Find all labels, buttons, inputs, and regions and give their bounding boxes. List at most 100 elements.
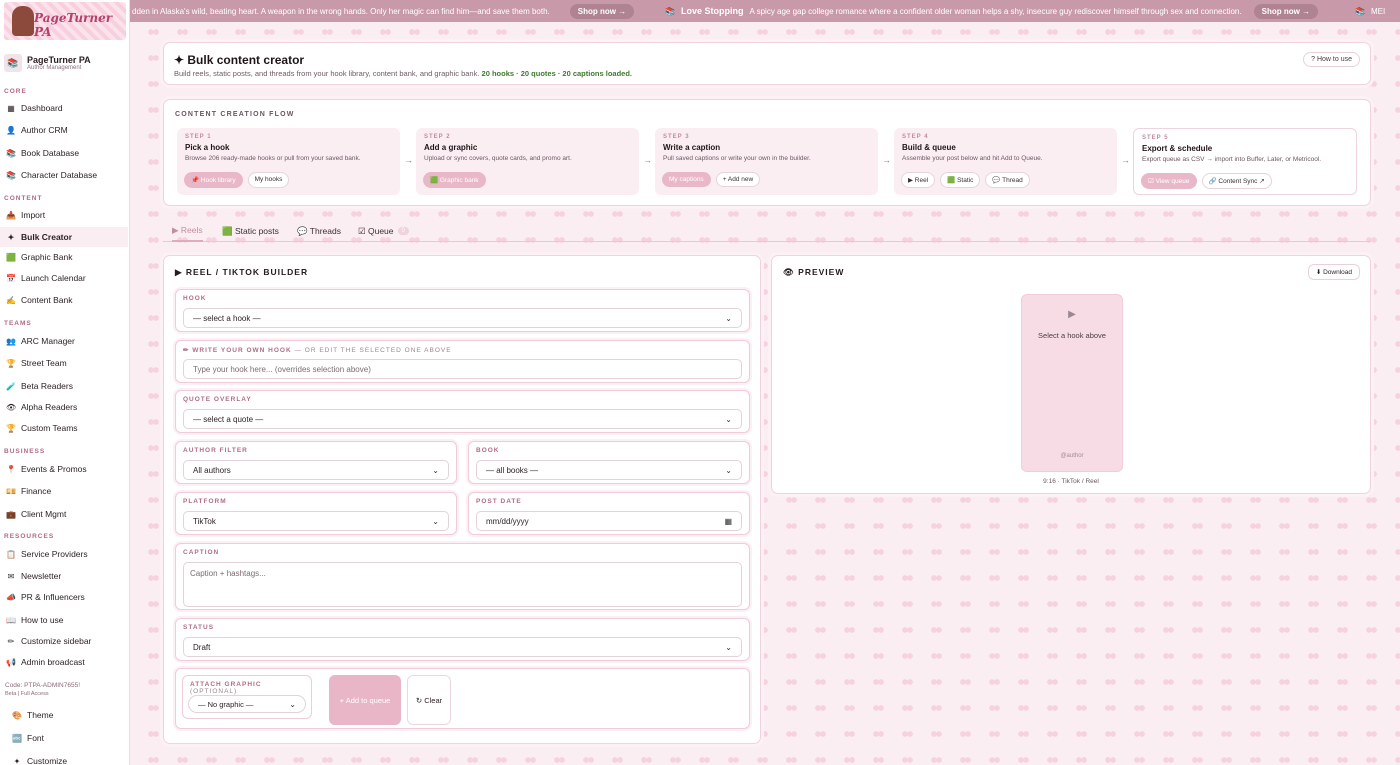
attach-graphic-value: — No graphic — (198, 699, 254, 709)
sidebar-item-pr-influencers[interactable]: 📣 PR & Influencers (0, 587, 128, 607)
my-hooks-button[interactable]: My hooks (247, 172, 290, 188)
attach-graphic-select[interactable]: — No graphic — ⌄ (188, 695, 306, 713)
hook-select[interactable]: — select a hook — ⌄ (183, 308, 742, 328)
sidebar-item-customize[interactable]: ✦ Customize (0, 751, 128, 765)
sidebar-item-font[interactable]: 🔤 Font (0, 728, 128, 748)
ticker-ad-1-text: dden in Alaska's wild, beating heart. A … (132, 6, 550, 16)
author-filter-value: All authors (193, 465, 231, 475)
sidebar-item-customize-sidebar[interactable]: ✏ Customize sidebar (0, 631, 128, 651)
static-button[interactable]: 🟩 Static (940, 172, 981, 188)
calendar-icon[interactable]: ▦ (724, 517, 732, 526)
sidebar-item-arc-manager[interactable]: 👥 ARC Manager (0, 331, 128, 351)
author-filter-label: AUTHOR FILTER (183, 447, 248, 454)
sidebar-item-events-promos[interactable]: 📍 Events & Promos (0, 459, 128, 479)
sidebar-item-service-providers[interactable]: 📋 Service Providers (0, 544, 128, 564)
view-queue-button[interactable]: ☑ View queue (1141, 173, 1197, 189)
sidebar-item-book-database[interactable]: 📚 Book Database (0, 143, 128, 163)
attach-graphic-optional: (OPTIONAL) (190, 688, 238, 695)
sidebar-item-label: Newsletter (21, 571, 62, 581)
sidebar-item-street-team[interactable]: 🏆 Street Team (0, 353, 128, 373)
page-description: Build reels, static posts, and threads f… (174, 69, 632, 78)
ticker-ad-2-title: Love Stopping (680, 6, 744, 16)
chevron-down-icon: ⌄ (725, 313, 732, 323)
sidebar-item-label: Alpha Readers (21, 402, 78, 412)
sidebar-item-dashboard[interactable]: ▦ Dashboard (0, 98, 128, 118)
author-filter-select[interactable]: All authors ⌄ (183, 460, 449, 480)
caption-textarea[interactable]: Caption + hashtags... (183, 562, 742, 607)
step-number: STEP 2 (424, 134, 451, 140)
download-button[interactable]: ⬇ Download (1307, 264, 1360, 280)
sidebar-item-content-bank[interactable]: ✍ Content Bank (0, 290, 128, 310)
play-icon: ▶ (1068, 309, 1076, 320)
status-label: STATUS (183, 624, 215, 631)
tab-static-posts[interactable]: 🟩 Static posts (222, 220, 279, 242)
page-header-card: ✦ Bulk content creator Build reels, stat… (163, 42, 1371, 85)
quote-overlay-label: QUOTE OVERLAY (183, 396, 252, 403)
my-captions-button[interactable]: My captions (662, 172, 711, 187)
status-select[interactable]: Draft ⌄ (183, 637, 742, 657)
step-number: STEP 5 (1142, 135, 1169, 141)
arrow-right-icon: → (643, 155, 652, 165)
person-icon: 👤 (6, 125, 16, 135)
access-level: Beta | Full Access (5, 690, 49, 697)
sidebar-item-label: Finance (21, 486, 52, 496)
platform-select[interactable]: TikTok ⌄ (183, 511, 449, 531)
brand-logo[interactable]: PageTurner PA (4, 2, 126, 40)
sidebar-item-character-database[interactable]: 📚 Character Database (0, 165, 128, 185)
sidebar-item-graphic-bank[interactable]: 🟩 Graphic Bank (0, 247, 128, 267)
sidebar-item-admin-broadcast[interactable]: 📢 Admin broadcast (0, 652, 128, 672)
post-date-input[interactable]: mm/dd/yyyy ▦ (476, 511, 742, 531)
tab-queue[interactable]: ☑ Queue 0 (358, 220, 409, 242)
status-select-value: Draft (193, 642, 211, 652)
brand-avatar: 📚 (4, 54, 22, 72)
ticker-ad-3: 📚 MEI (1355, 7, 1385, 16)
sidebar-item-client-mgmt[interactable]: 💼 Client Mgmt (0, 504, 128, 524)
thread-button[interactable]: 💬 Thread (985, 172, 1030, 188)
book-select[interactable]: — all books — ⌄ (476, 460, 742, 480)
own-hook-label-text: ✏ WRITE YOUR OWN HOOK (183, 347, 292, 354)
sidebar-item-label: How to use (21, 615, 64, 625)
own-hook-input[interactable]: Type your hook here... (overrides select… (183, 359, 742, 379)
chevron-down-icon: ⌄ (432, 465, 439, 475)
sidebar-item-custom-teams[interactable]: 🏆 Custom Teams (0, 418, 128, 438)
platform-field: PLATFORM TikTok ⌄ (175, 492, 457, 535)
hook-library-button[interactable]: 📌 Hook library (184, 172, 243, 188)
how-to-use-button[interactable]: ? How to use (1303, 52, 1360, 67)
sidebar-item-theme[interactable]: 🎨 Theme (0, 705, 128, 725)
quote-overlay-select[interactable]: — select a quote — ⌄ (183, 409, 742, 429)
clear-button[interactable]: ↻ Clear (407, 675, 451, 725)
sidebar-item-import[interactable]: 📥 Import (0, 205, 128, 225)
trophy-icon: 🏆 (6, 423, 16, 433)
sidebar-item-launch-calendar[interactable]: 📅 Launch Calendar (0, 268, 128, 288)
sidebar-item-bulk-creator[interactable]: ✦ Bulk Creator (0, 227, 128, 247)
tab-queue-label: ☑ Queue (358, 225, 394, 236)
sidebar-item-alpha-readers[interactable]: 👁 Alpha Readers (0, 397, 128, 417)
people-icon: 👥 (6, 336, 16, 346)
add-to-queue-button[interactable]: + Add to queue (329, 675, 401, 725)
reel-button[interactable]: ▶ Reel (901, 172, 936, 188)
megaphone-icon: 📣 (6, 592, 16, 602)
step-description: Browse 206 ready-made hooks or pull from… (185, 155, 361, 162)
sidebar-item-finance[interactable]: 💴 Finance (0, 481, 128, 501)
tab-reels[interactable]: ▶ Reels (172, 220, 203, 242)
pencil-icon: ✍ (6, 295, 16, 305)
tab-threads[interactable]: 💬 Threads (297, 220, 341, 242)
quote-select-value: — select a quote — (193, 414, 264, 424)
sidebar-item-newsletter[interactable]: ✉ Newsletter (0, 566, 128, 586)
queue-count-badge: 0 (397, 227, 409, 235)
book-field: BOOK — all books — ⌄ (468, 441, 750, 484)
book-icon: 📚 (665, 6, 675, 16)
add-new-caption-button[interactable]: + Add new (715, 172, 761, 187)
graphic-bank-button[interactable]: 🟩 Graphic bank (423, 172, 486, 188)
books-icon: 📚 (6, 170, 16, 180)
content-sync-link[interactable]: 🔗 Content Sync ↗ (1201, 173, 1272, 189)
mail-icon: ✉ (7, 571, 15, 581)
access-code: Code: PTPA-ADMIN7655! Beta | Full Access (5, 682, 80, 698)
sidebar-item-author-crm[interactable]: 👤 Author CRM (0, 120, 128, 140)
shop-now-button[interactable]: Shop now → (569, 3, 635, 19)
sidebar-item-beta-readers[interactable]: 🧪 Beta Readers (0, 376, 128, 396)
sidebar-item-how-to-use[interactable]: 📖 How to use (0, 610, 128, 630)
step-title: Pick a hook (185, 143, 230, 152)
step-description: Upload or sync covers, quote cards, and … (424, 155, 572, 162)
shop-now-button[interactable]: Shop now → (1253, 3, 1319, 19)
